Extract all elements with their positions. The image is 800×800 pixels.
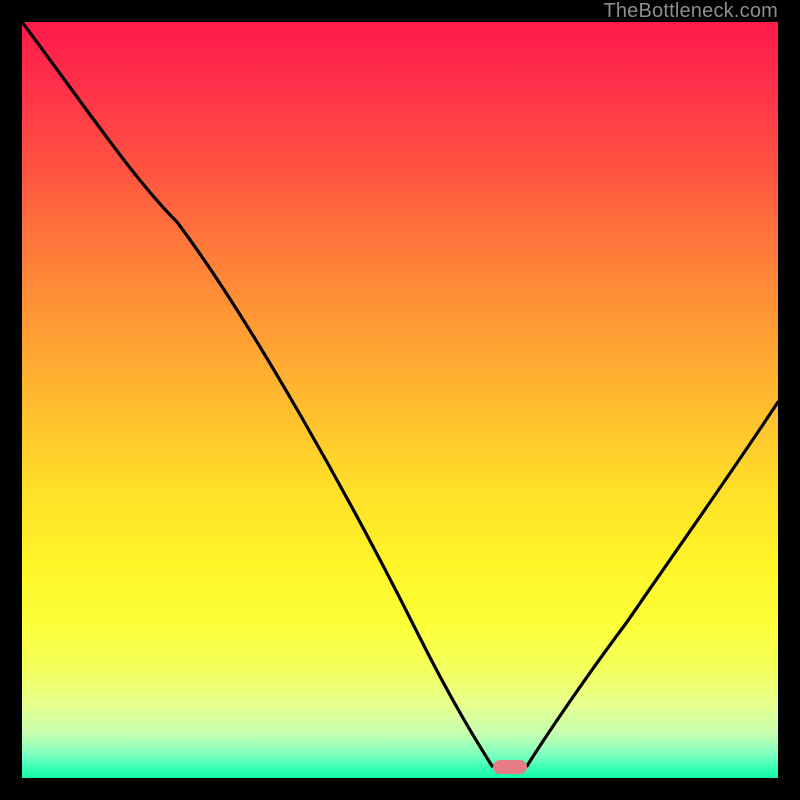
curve-path	[22, 22, 778, 766]
optimal-marker	[493, 760, 527, 774]
plot-area	[22, 22, 778, 778]
watermark-text: TheBottleneck.com	[603, 0, 778, 23]
chart-frame: TheBottleneck.com	[0, 0, 800, 800]
bottleneck-curve	[22, 22, 778, 778]
